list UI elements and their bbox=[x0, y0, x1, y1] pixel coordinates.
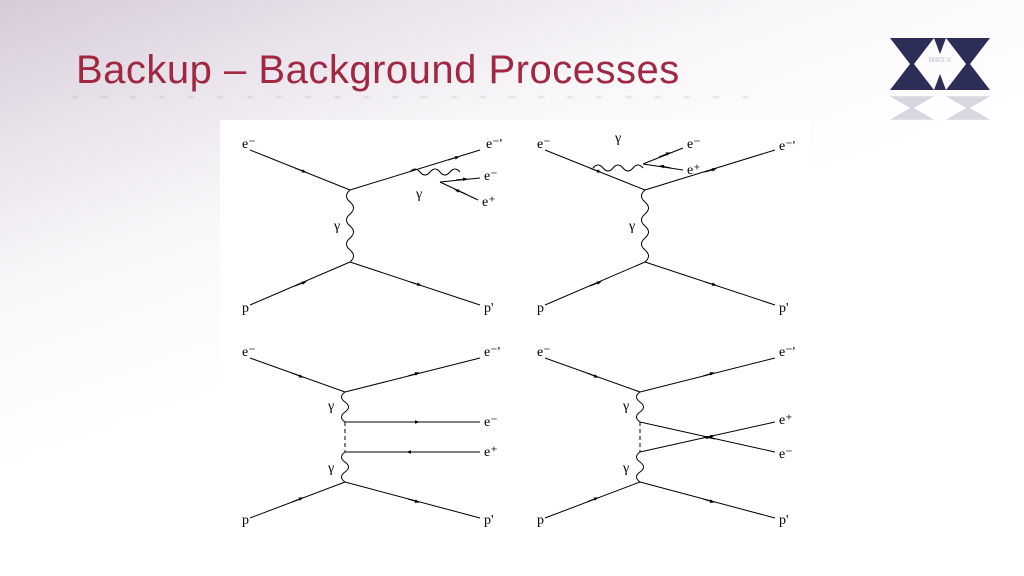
feynman-diagram-grid: e⁻ e⁻' γ e⁻ e⁺ γ p p' bbox=[220, 120, 810, 540]
label-positron: e⁺ bbox=[484, 445, 498, 460]
label-proton-in: p bbox=[537, 513, 544, 528]
label-photon: γ bbox=[622, 399, 629, 414]
label-photon: γ bbox=[628, 219, 635, 234]
label-electron-in: e⁻ bbox=[242, 345, 256, 360]
label-positron: e⁺ bbox=[687, 163, 701, 178]
label-electron: e⁻ bbox=[484, 415, 498, 430]
label-photon: γ bbox=[327, 461, 334, 476]
label-proton-out: p' bbox=[484, 513, 494, 528]
label-proton-out: p' bbox=[779, 513, 789, 528]
label-proton-in: p bbox=[537, 301, 544, 316]
label-positron: e⁺ bbox=[779, 413, 793, 428]
slide-title: Backup – Background Processes bbox=[76, 48, 680, 93]
label-electron-out: e⁻' bbox=[486, 137, 502, 152]
label-photon: γ bbox=[415, 187, 422, 202]
label-electron: e⁻ bbox=[779, 447, 793, 462]
label-electron-in: e⁻ bbox=[537, 345, 551, 360]
diagram-bethe-heitler-direct: e⁻ e⁻' γ e⁻ e⁺ γ p p' bbox=[220, 330, 515, 540]
label-photon: γ bbox=[333, 219, 340, 234]
label-proton-in: p bbox=[242, 513, 249, 528]
label-proton-out: p' bbox=[484, 301, 494, 316]
label-electron: e⁻ bbox=[687, 137, 701, 152]
label-photon: γ bbox=[327, 399, 334, 414]
magx-logo: MAG X MAG X bbox=[880, 20, 1000, 130]
label-photon: γ bbox=[622, 461, 629, 476]
label-electron-out: e⁻' bbox=[779, 139, 795, 154]
label-electron-out: e⁻' bbox=[779, 345, 795, 360]
label-electron-in: e⁻ bbox=[242, 137, 256, 152]
diagram-bethe-heitler-crossed: e⁻ e⁻' γ e⁺ e⁻ γ p p' bbox=[515, 330, 810, 540]
label-proton-in: p bbox=[242, 301, 249, 316]
label-electron-in: e⁻ bbox=[537, 137, 551, 152]
label-electron: e⁻ bbox=[484, 169, 498, 184]
label-photon: γ bbox=[614, 131, 621, 146]
label-proton-out: p' bbox=[779, 301, 789, 316]
label-electron-out: e⁻' bbox=[484, 345, 500, 360]
label-positron: e⁺ bbox=[482, 195, 496, 210]
title-shadow bbox=[60, 92, 760, 102]
diagram-radiative-final: e⁻ e⁻' γ e⁻ e⁺ γ p p' bbox=[220, 120, 515, 330]
svg-text:MAG X: MAG X bbox=[929, 55, 952, 62]
diagram-radiative-initial: e⁻ γ e⁻ e⁺ e⁻' γ p p' bbox=[515, 120, 810, 330]
